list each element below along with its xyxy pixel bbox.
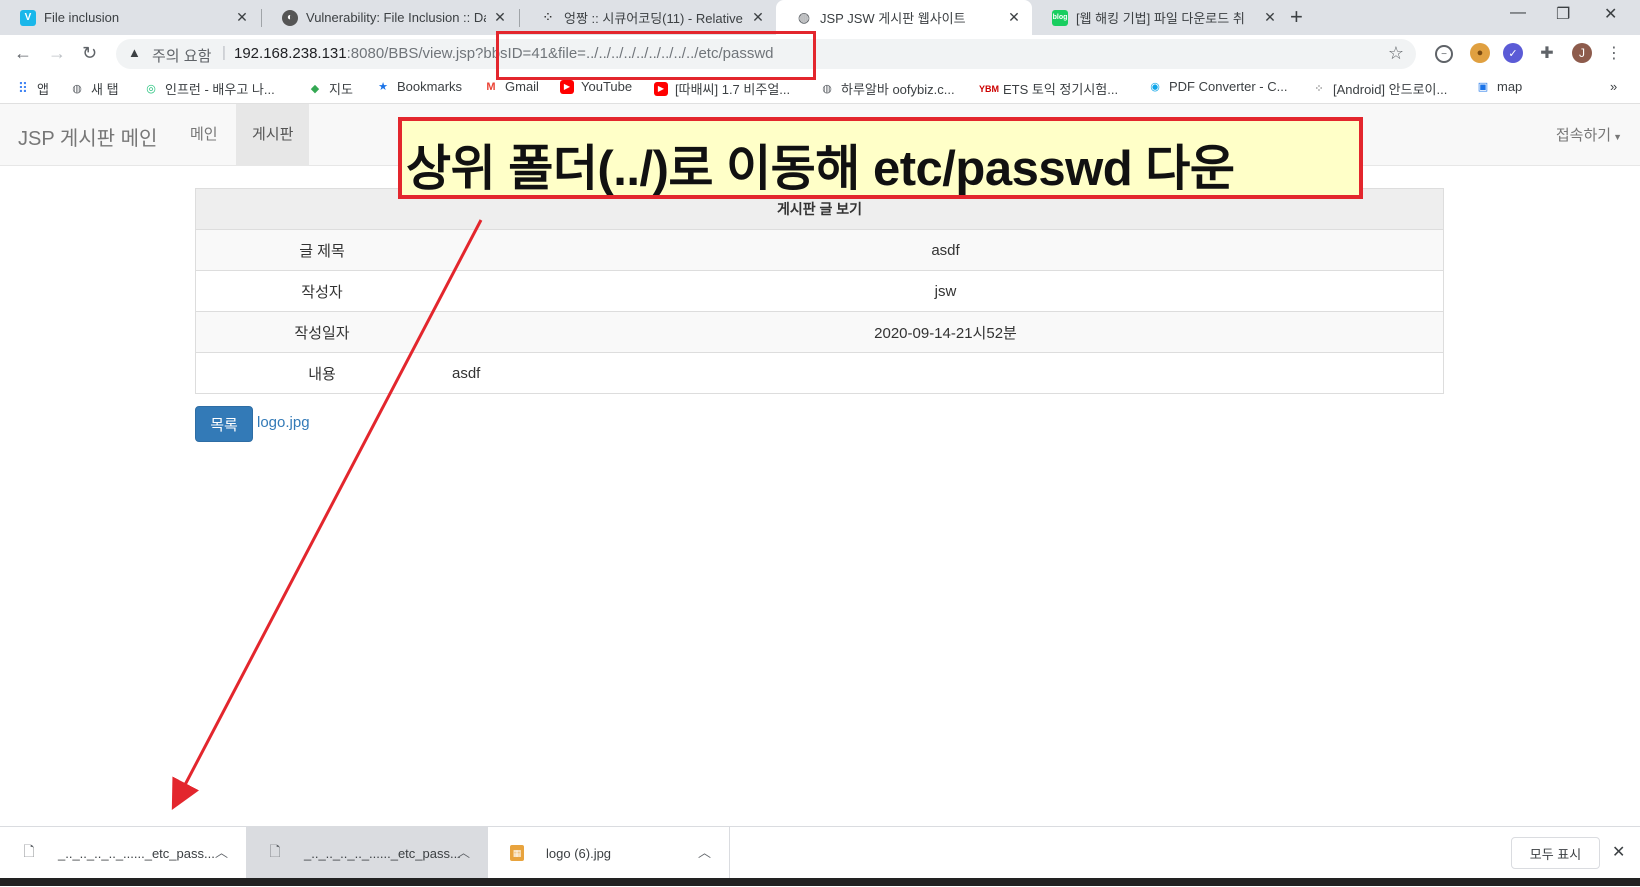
file-icon: 🗋 [269, 843, 281, 859]
chevron-up-icon[interactable]: ︿ [457, 842, 470, 861]
download-name: _.._.._.._.._......_etc_pass... [58, 845, 215, 861]
chevron-up-icon[interactable]: ︿ [698, 842, 711, 861]
download-name: logo (6).jpg [546, 845, 612, 861]
taskbar-strip [0, 878, 1640, 886]
image-file-icon: ▦ [510, 845, 524, 861]
download-name: _.._.._.._.._......_etc_pass... [304, 845, 461, 861]
file-icon: 🗋 [23, 843, 35, 859]
chevron-up-icon[interactable]: ︿ [215, 842, 228, 861]
close-icon[interactable]: ✕ [1612, 842, 1625, 862]
annotation-arrow [171, 219, 483, 810]
show-all-button[interactable]: 모두 표시 [1511, 837, 1600, 869]
download-item[interactable]: ▦ logo (6).jpg ︿ [488, 827, 730, 879]
download-item[interactable]: 🗋 _.._.._.._.._......_etc_pass... ︿ [0, 827, 246, 879]
download-item[interactable]: 🗋 _.._.._.._.._......_etc_pass... ︿ [246, 827, 488, 879]
